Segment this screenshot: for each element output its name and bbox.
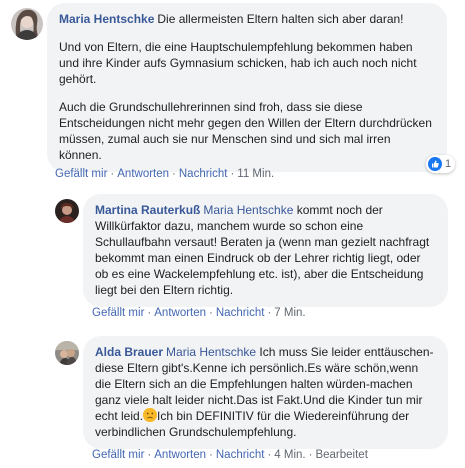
comment-text: Die allermeisten Eltern halten sich aber… — [157, 12, 404, 26]
comment-actions: Gefällt mir · Antworten · Nachricht · 4 Min. · B… — [92, 449, 368, 461]
reaction-count[interactable]: 1 — [426, 155, 456, 173]
sad-face-emoji — [143, 408, 158, 422]
comment-text: kommt noch der Willkürfaktor dazu, manch… — [95, 203, 430, 297]
comment-author[interactable]: Maria Hentschke — [59, 12, 154, 26]
comment-bubble: Maria Hentschke Die allermeisten Eltern h… — [47, 3, 447, 172]
like-icon — [428, 157, 442, 171]
comment-text: Auch die Grundschullehrerinnen sind froh… — [59, 100, 432, 162]
edited-label[interactable]: Bearbeitet — [315, 449, 367, 461]
comment-bubble: Alda Brauer Maria Hentschke Ich muss Sie … — [83, 336, 448, 449]
mention-link[interactable]: Maria Hentschke — [203, 203, 293, 217]
message-button[interactable]: Nachricht — [179, 168, 228, 180]
avatar[interactable] — [11, 8, 43, 40]
message-button[interactable]: Nachricht — [216, 449, 265, 461]
avatar-image — [11, 8, 43, 40]
comment-actions: Gefällt mir · Antworten · Nachricht · 11 Min. — [55, 168, 275, 180]
comment-author[interactable]: Martina Rauterkuß — [95, 203, 200, 217]
reply-button[interactable]: Antworten — [117, 168, 169, 180]
timestamp[interactable]: 11 Min. — [237, 168, 274, 180]
avatar[interactable] — [55, 341, 79, 365]
comment-actions: Gefällt mir · Antworten · Nachricht · 7 Min. — [92, 307, 306, 319]
mention-link[interactable]: Maria Hentschke — [166, 345, 256, 359]
avatar-image — [55, 341, 79, 365]
avatar-image — [55, 199, 79, 223]
timestamp[interactable]: 4 Min. — [274, 449, 305, 461]
like-button[interactable]: Gefällt mir — [92, 307, 144, 319]
reply-button[interactable]: Antworten — [154, 449, 206, 461]
comment-bubble: Martina Rauterkuß Maria Hentschke kommt n… — [83, 194, 448, 307]
avatar[interactable] — [55, 199, 79, 223]
message-button[interactable]: Nachricht — [216, 307, 265, 319]
comment-author[interactable]: Alda Brauer — [95, 345, 163, 359]
timestamp[interactable]: 7 Min. — [274, 307, 305, 319]
like-button[interactable]: Gefällt mir — [55, 168, 107, 180]
like-button[interactable]: Gefällt mir — [92, 449, 144, 461]
reply-button[interactable]: Antworten — [154, 307, 206, 319]
comment-text: Und von Eltern, die eine Hauptschulempfe… — [59, 40, 417, 86]
